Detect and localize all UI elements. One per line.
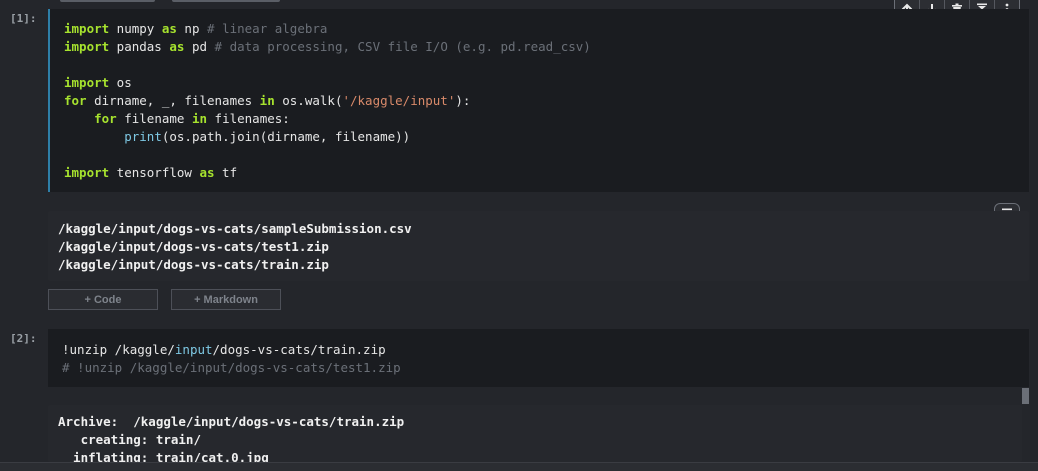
code-token: np: [176, 21, 208, 36]
code-line: import tensorflow as tf: [64, 164, 591, 182]
code-line: for filename in filenames:: [64, 110, 591, 128]
code-token: tensorflow: [109, 165, 200, 180]
code-token: tf: [214, 165, 238, 180]
code-token: pandas: [109, 39, 170, 54]
code-token: '/kaggle/input': [342, 93, 456, 108]
output-line: inflating: train/cat.0.jpg: [58, 450, 269, 462]
code-token: in: [191, 111, 208, 126]
code-line: for dirname, _, filenames in os.walk('/k…: [64, 92, 591, 110]
output-line: Archive: /kaggle/input/dogs-vs-cats/trai…: [58, 414, 405, 429]
cell-output: Archive: /kaggle/input/dogs-vs-cats/trai…: [48, 405, 1022, 462]
code-cell-editor[interactable]: !unzip /kaggle/input/dogs-vs-cats/train.…: [48, 329, 1029, 387]
code-token: in: [259, 93, 275, 108]
output-line: creating: train/: [58, 432, 201, 447]
code-token: os.walk(: [274, 93, 343, 108]
add-markdown-cell-button[interactable]: + Markdown: [171, 289, 281, 310]
code-token: ):: [455, 93, 471, 108]
code-token: for: [64, 93, 87, 108]
output-line: /kaggle/input/dogs-vs-cats/test1.zip: [58, 239, 329, 254]
code-line: import os: [64, 74, 591, 92]
cell-prompt: [1]:: [10, 12, 37, 25]
output-line: /kaggle/input/dogs-vs-cats/train.zip: [58, 257, 329, 272]
code-token: os: [109, 75, 132, 90]
code-line: # !unzip /kaggle/input/dogs-vs-cats/test…: [62, 359, 401, 377]
code-token: as: [169, 39, 185, 54]
code-token: for: [94, 111, 117, 126]
code-token: filenames:: [207, 111, 290, 126]
code-token: (os.path.join(dirname, filename)): [161, 129, 411, 144]
code-token: # linear algebra: [207, 21, 328, 36]
code-token: print: [124, 129, 162, 144]
previous-tab-fragment: [172, 0, 280, 2]
code-token: /dogs-vs-cats/train.zip: [212, 342, 386, 357]
code-lines: import numpy as np # linear algebra impor…: [64, 20, 591, 182]
code-token: input: [174, 342, 213, 357]
code-cell-editor[interactable]: import numpy as np # linear algebra impor…: [48, 9, 1029, 192]
code-token: pd: [184, 39, 215, 54]
code-token: # data processing, CSV file I/O (e.g. pd…: [214, 39, 591, 54]
add-code-cell-button[interactable]: + Code: [48, 289, 158, 310]
code-token: numpy: [109, 21, 162, 36]
cell-prompt: [2]:: [10, 332, 37, 345]
code-token: import: [64, 165, 110, 180]
code-line: print(os.path.join(dirname, filename)): [64, 128, 591, 146]
cell-output: /kaggle/input/dogs-vs-cats/sampleSubmiss…: [48, 211, 1029, 281]
code-line: import pandas as pd # data processing, C…: [64, 38, 591, 56]
code-token: import: [64, 39, 110, 54]
output-scrollbar[interactable]: [1022, 388, 1029, 404]
code-token: import: [64, 75, 110, 90]
code-token: !unzip /kaggle/: [62, 342, 175, 357]
output-line: /kaggle/input/dogs-vs-cats/sampleSubmiss…: [58, 221, 412, 236]
code-line: !unzip /kaggle/input/dogs-vs-cats/train.…: [62, 341, 401, 359]
previous-tab-fragment: [60, 0, 155, 2]
code-token: as: [199, 165, 215, 180]
code-lines: !unzip /kaggle/input/dogs-vs-cats/train.…: [62, 341, 401, 377]
output-lines: /kaggle/input/dogs-vs-cats/sampleSubmiss…: [58, 220, 412, 274]
output-lines: Archive: /kaggle/input/dogs-vs-cats/trai…: [58, 413, 404, 462]
code-token: as: [161, 21, 177, 36]
code-token: filename: [116, 111, 192, 126]
code-token: # !unzip /kaggle/input/dogs-vs-cats/test…: [62, 360, 401, 375]
code-line: import numpy as np # linear algebra: [64, 20, 591, 38]
code-token: import: [64, 21, 110, 36]
code-token: dirname, _, filenames: [86, 93, 260, 108]
